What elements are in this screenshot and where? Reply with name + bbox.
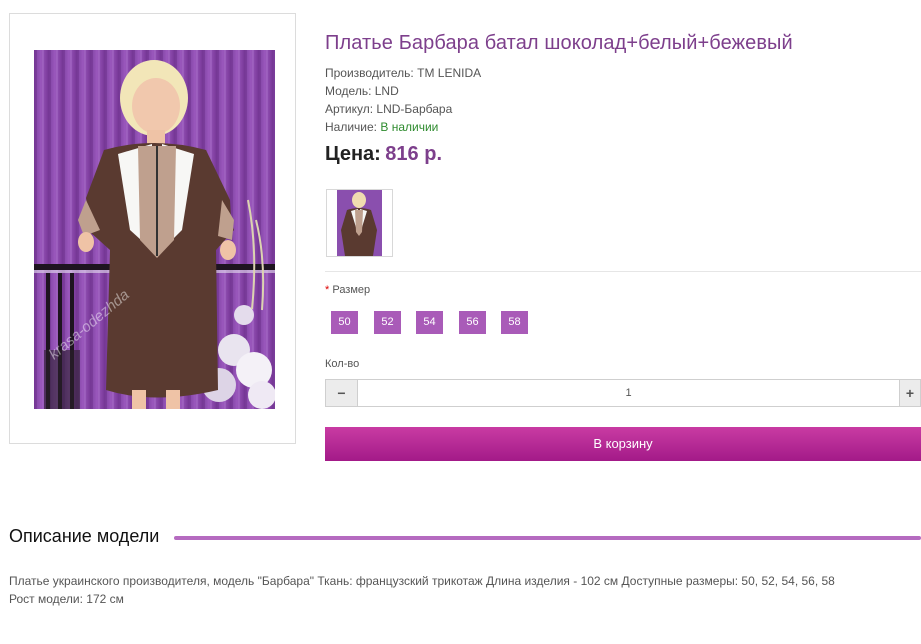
- description-line-2: Рост модели: 172 см: [9, 592, 124, 606]
- size-option-58[interactable]: 58: [501, 311, 528, 334]
- size-option-50[interactable]: 50: [331, 311, 358, 334]
- quantity-increase-button[interactable]: +: [899, 380, 920, 406]
- availability-label: Наличие:: [325, 120, 378, 134]
- manufacturer-label: Производитель:: [325, 66, 414, 80]
- description-text: Платье украинского производителя, модель…: [9, 572, 921, 608]
- quantity-input[interactable]: [358, 380, 899, 406]
- sku-value: LND-Барбара: [376, 102, 453, 116]
- product-title: Платье Барбара батал шоколад+белый+бежев…: [325, 32, 793, 54]
- model-label: Модель:: [325, 84, 372, 98]
- options-divider: [325, 271, 921, 272]
- price-value: 816 р.: [385, 143, 442, 165]
- price-label: Цена:: [325, 143, 381, 165]
- quantity-label: Кол-во: [325, 358, 360, 370]
- manufacturer-value[interactable]: TM LENIDA: [417, 66, 481, 80]
- size-label: * Размер: [325, 284, 370, 296]
- dress-photo-illustration: krasa-odezhda: [34, 50, 275, 409]
- size-label-text: Размер: [332, 284, 371, 296]
- product-photo[interactable]: krasa-odezhda: [34, 50, 275, 409]
- sku-label: Артикул:: [325, 102, 374, 116]
- availability-status: В наличии: [380, 120, 439, 134]
- add-to-cart-button[interactable]: В корзину: [325, 427, 921, 461]
- price-row: Цена: 816 р.: [325, 143, 442, 166]
- size-option-56[interactable]: 56: [459, 311, 486, 334]
- description-heading-line: [174, 536, 921, 540]
- size-option-52[interactable]: 52: [374, 311, 401, 334]
- quantity-decrease-button[interactable]: −: [326, 380, 358, 406]
- size-option-54[interactable]: 54: [416, 311, 443, 334]
- model-row: Модель: LND: [325, 84, 399, 98]
- description-heading: Описание модели: [9, 526, 160, 546]
- thumbnail-image: [337, 190, 382, 256]
- product-thumbnail[interactable]: [326, 189, 393, 257]
- sku-row: Артикул: LND-Барбара: [325, 102, 452, 116]
- required-mark: *: [325, 284, 330, 296]
- model-value: LND: [374, 84, 399, 98]
- manufacturer-row: Производитель: TM LENIDA: [325, 66, 481, 80]
- description-line-1: Платье украинского производителя, модель…: [9, 574, 835, 588]
- main-image-frame[interactable]: krasa-odezhda: [9, 13, 296, 444]
- availability-row: Наличие: В наличии: [325, 120, 438, 134]
- quantity-stepper: − +: [325, 379, 921, 407]
